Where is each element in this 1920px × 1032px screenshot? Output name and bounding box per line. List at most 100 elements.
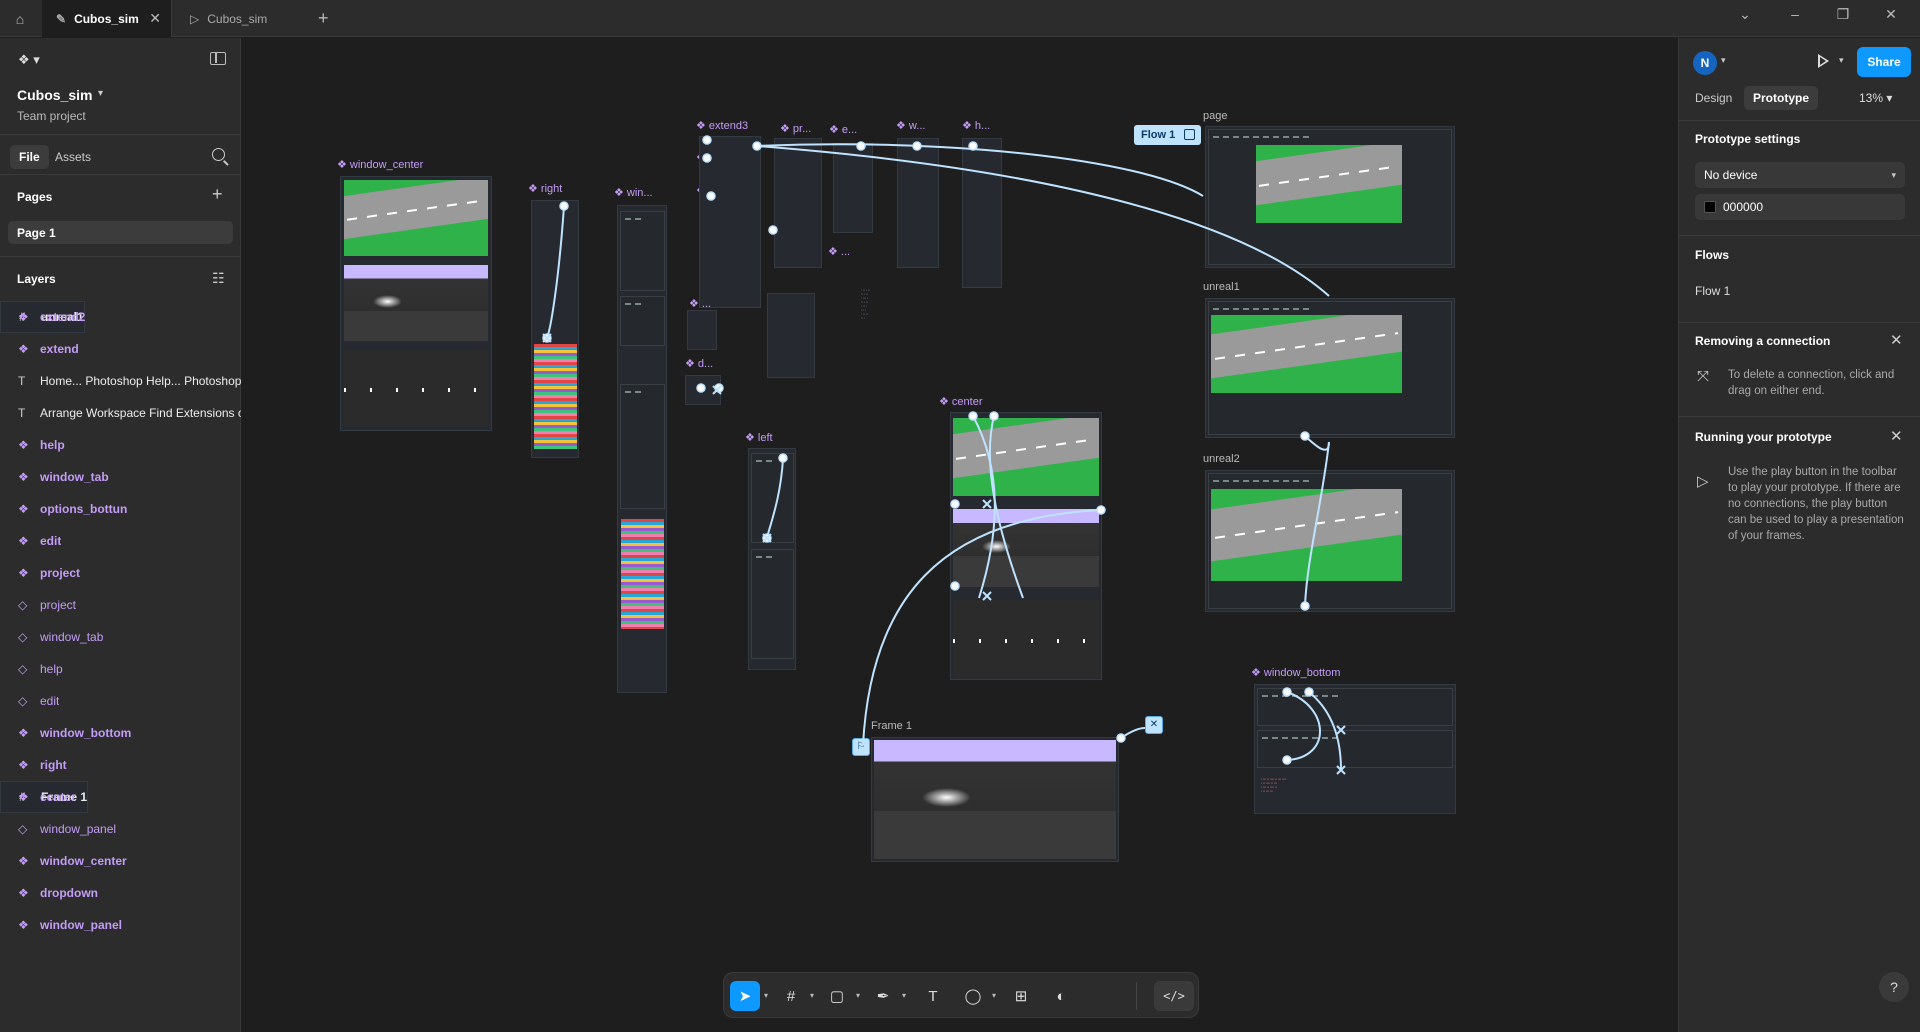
left-sidebar: ❖ ▾ Cubos_sim ▾ Team project File Assets… (0, 38, 241, 1032)
chevron-down-icon[interactable]: ▾ (1839, 55, 1844, 66)
layer-item[interactable]: ❖ edit (0, 525, 241, 557)
close-icon[interactable]: ✕ (1890, 331, 1903, 349)
instance-icon: ◇ (18, 662, 28, 676)
layer-item[interactable]: ❖ extend (0, 333, 241, 365)
flow-item[interactable]: Flow 1 (1695, 284, 1730, 298)
main-menu-icon[interactable]: ❖ ▾ (18, 52, 40, 68)
layer-item[interactable]: ❖ center (0, 781, 241, 813)
layer-name: options_bottun (40, 502, 128, 516)
layer-item[interactable]: ◇ help (0, 653, 241, 685)
running-prototype-heading: Running your prototype (1695, 430, 1832, 444)
tab-prototype[interactable]: Prototype (1744, 86, 1819, 110)
layer-item[interactable]: ❖ window_tab (0, 461, 241, 493)
layer-name: project (40, 598, 77, 612)
dev-mode-toggle[interactable]: </> (1154, 981, 1194, 1011)
new-tab-icon[interactable]: + (318, 8, 329, 29)
help-button[interactable]: ? (1879, 972, 1909, 1002)
tab-file-active[interactable]: ✎ Cubos_sim ✕ (42, 0, 172, 37)
frame-tool-icon[interactable]: # (776, 981, 806, 1011)
chevron-down-icon[interactable]: ▾ (764, 991, 768, 1000)
add-page-icon[interactable]: + (212, 185, 223, 203)
layer-name: window_tab (40, 630, 104, 644)
component-icon: ❖ (18, 918, 29, 932)
tab-file[interactable]: File (10, 145, 49, 169)
layers-list: #unreal2#unreal1❖extend2❖extendTHome... … (0, 301, 241, 941)
layer-item[interactable]: ◇ edit (0, 685, 241, 717)
connection-arrow (546, 205, 565, 339)
tab-assets[interactable]: Assets (46, 145, 100, 169)
present-play-icon[interactable] (1818, 54, 1829, 68)
chevron-down-icon[interactable]: ▾ (856, 991, 860, 1000)
layer-item[interactable]: ❖ help (0, 429, 241, 461)
sidebar-toggle-icon[interactable] (210, 52, 226, 65)
file-name[interactable]: Cubos_sim (17, 87, 92, 103)
background-color-field[interactable]: 000000 (1695, 194, 1905, 220)
bottom-toolbar: ➤ ▾ # ▾ ▢ ▾ ✒ ▾ T ◯ ▾ ⊞ ◐ </> (723, 972, 1199, 1018)
layer-name: window_bottom (40, 726, 132, 740)
instance-icon: ◇ (18, 598, 28, 612)
layer-item[interactable]: ❖ window_center (0, 845, 241, 877)
layer-name: window_tab (40, 470, 109, 484)
connection-arrow (1286, 691, 1321, 761)
canvas[interactable]: ❖ window_center ❖ right ❖ win... ❖ exten… (241, 38, 1678, 1032)
text-tool-icon[interactable]: T (918, 981, 948, 1011)
text-icon: T (18, 406, 26, 420)
team-project-label[interactable]: Team project (17, 109, 86, 123)
chevron-down-icon[interactable]: ▾ (902, 991, 906, 1000)
home-icon[interactable]: ⌂ (8, 8, 32, 30)
layer-item[interactable]: ❖ right (0, 749, 241, 781)
layer-item[interactable]: ❖ project (0, 557, 241, 589)
removing-connection-heading: Removing a connection (1695, 334, 1831, 348)
tab-prototype[interactable]: ▷ Cubos_sim (176, 0, 306, 37)
layer-item[interactable]: T Arrange Workspace Find Extensions o (0, 397, 241, 429)
connection-arrow (756, 145, 1330, 297)
minimize-icon[interactable]: – (1780, 6, 1810, 22)
ai-assistant-icon[interactable]: ◐ (1046, 981, 1076, 1011)
layer-name: dropdown (40, 886, 98, 900)
page-item-page-1[interactable]: Page 1 (8, 221, 233, 244)
instance-icon: ◇ (18, 630, 28, 644)
close-icon[interactable]: ✕ (1890, 427, 1903, 445)
component-icon: ❖ (18, 534, 29, 548)
close-tab-icon[interactable]: ✕ (149, 10, 161, 27)
component-icon: ❖ (18, 726, 29, 740)
move-tool-icon[interactable]: ➤ (730, 981, 760, 1011)
close-window-icon[interactable]: ✕ (1876, 6, 1906, 23)
component-icon: ❖ (18, 310, 29, 324)
component-icon: ❖ (18, 470, 29, 484)
chevron-down-icon[interactable]: ⌄ (1730, 6, 1760, 23)
avatar[interactable]: N (1693, 51, 1717, 75)
layer-item[interactable]: ❖ extend2 (0, 301, 241, 333)
connection-arrow (766, 457, 784, 539)
chevron-down-icon[interactable]: ▾ (810, 991, 814, 1000)
layer-name: right (40, 758, 67, 772)
layer-item[interactable]: ❖ window_panel (0, 909, 241, 941)
color-swatch[interactable] (1704, 201, 1716, 213)
layer-item[interactable]: ❖ window_bottom (0, 717, 241, 749)
prototype-connections (542, 135, 1346, 775)
chevron-down-icon[interactable]: ▾ (98, 88, 103, 99)
component-icon: ❖ (18, 758, 29, 772)
tab-design[interactable]: Design (1686, 86, 1741, 110)
tab-label: Cubos_sim (74, 11, 139, 26)
layer-options-icon[interactable]: ☷ (212, 270, 225, 287)
layer-item[interactable]: T Home... Photoshop Help... Photoshop (0, 365, 241, 397)
share-button[interactable]: Share (1857, 47, 1911, 77)
actions-icon[interactable]: ⊞ (1006, 981, 1036, 1011)
layer-item[interactable]: ❖ dropdown (0, 877, 241, 909)
layer-item[interactable]: ◇ project (0, 589, 241, 621)
layer-item[interactable]: ❖ options_bottun (0, 493, 241, 525)
layer-item[interactable]: ◇ window_panel (0, 813, 241, 845)
comment-tool-icon[interactable]: ◯ (958, 981, 988, 1011)
zoom-level[interactable]: 13% ▾ (1859, 91, 1892, 105)
chevron-down-icon[interactable]: ▾ (1721, 55, 1726, 66)
pen-tool-icon[interactable]: ✒ (868, 981, 898, 1011)
search-icon[interactable] (212, 148, 225, 161)
rectangle-tool-icon[interactable]: ▢ (822, 981, 852, 1011)
chevron-down-icon[interactable]: ▾ (992, 991, 996, 1000)
restore-icon[interactable]: ❐ (1828, 6, 1858, 23)
device-select[interactable]: No device ▾ (1695, 162, 1905, 188)
layer-name: window_panel (40, 918, 123, 932)
layer-item[interactable]: ◇ window_tab (0, 621, 241, 653)
play-icon: ▷ (190, 11, 200, 26)
